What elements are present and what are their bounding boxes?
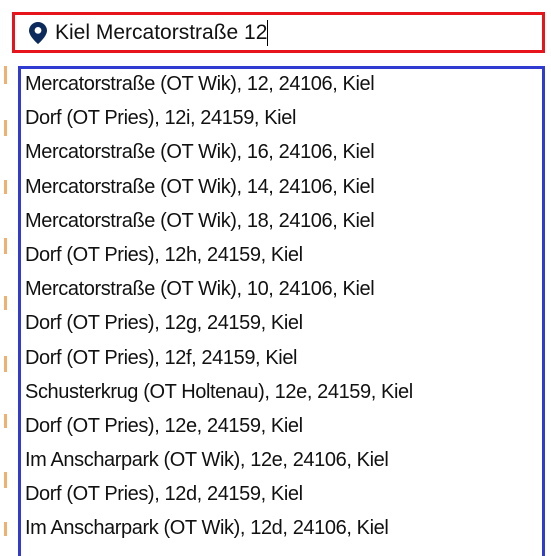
edge-mark [4, 66, 7, 84]
edge-mark [4, 296, 7, 310]
edge-mark [4, 522, 7, 536]
search-input-wrap[interactable]: Kiel Mercatorstraße 12 [55, 19, 269, 46]
edge-mark [4, 120, 7, 136]
suggestion-item[interactable]: Im Anscharpark (OT Wik), 12d, 24106, Kie… [21, 513, 542, 547]
text-caret [267, 19, 269, 46]
suggestion-item[interactable]: Dorf (OT Pries), 12i, 24159, Kiel [21, 103, 542, 137]
suggestion-item[interactable]: Dorf (OT Pries), 12g, 24159, Kiel [21, 308, 542, 342]
edge-mark [4, 414, 7, 428]
edge-mark [4, 472, 7, 488]
suggestion-item[interactable]: Dorf (OT Pries), 12d, 24159, Kiel [21, 479, 542, 513]
edge-mark [4, 356, 7, 372]
address-suggestions-list: Mercatorstraße (OT Wik), 12, 24106, Kiel… [18, 66, 545, 556]
suggestion-item[interactable]: Im Anscharpark (OT Wik), 12e, 24106, Kie… [21, 445, 542, 479]
suggestion-item[interactable]: Dorf (OT Pries), 12e, 24159, Kiel [21, 411, 542, 445]
suggestion-item[interactable]: Mercatorstraße (OT Wik), 10, 24106, Kiel [21, 274, 542, 308]
left-edge-strip [0, 60, 14, 543]
map-pin-icon [29, 21, 47, 44]
suggestion-item[interactable]: Mercatorstraße (OT Wik), 18, 24106, Kiel [21, 206, 542, 240]
suggestion-item[interactable]: Mercatorstraße (OT Wik), 12, 24106, Kiel [21, 69, 542, 103]
address-search-box[interactable]: Kiel Mercatorstraße 12 [12, 12, 545, 53]
edge-mark [4, 180, 7, 194]
suggestion-item[interactable]: Mercatorstraße (OT Wik), 16, 24106, Kiel [21, 137, 542, 171]
suggestion-item[interactable]: Dorf (OT Pries), 12h, 24159, Kiel [21, 240, 542, 274]
suggestion-item[interactable]: Dorf (OT Pries), 12f, 24159, Kiel [21, 343, 542, 377]
search-input[interactable]: Kiel Mercatorstraße 12 [55, 21, 267, 45]
suggestion-item[interactable]: Schusterkrug (OT Holtenau), 12e, 24159, … [21, 377, 542, 411]
suggestion-item[interactable]: Mercatorstraße (OT Wik), 14, 24106, Kiel [21, 172, 542, 206]
edge-mark [4, 238, 7, 254]
